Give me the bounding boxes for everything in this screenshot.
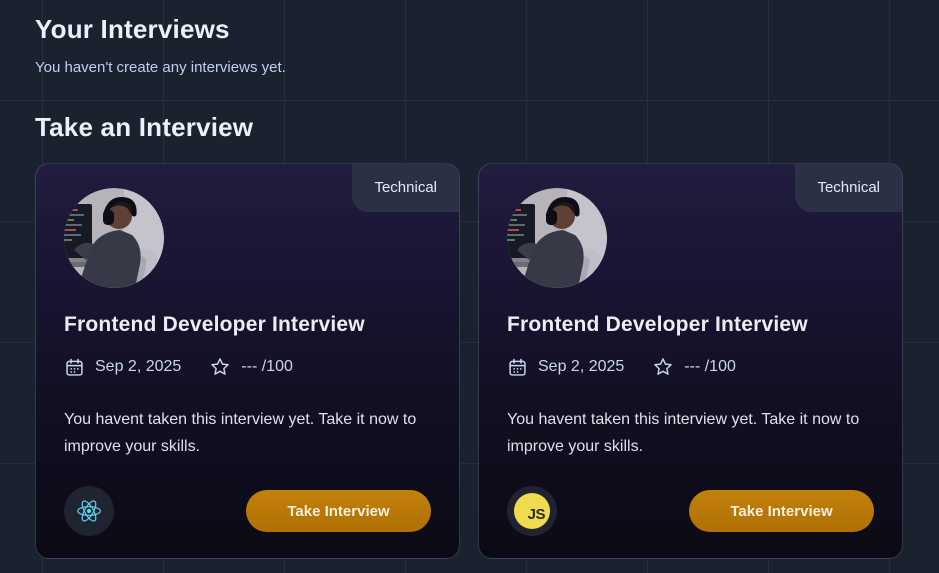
card-footer: JS Take Interview <box>507 486 874 536</box>
interview-title: Frontend Developer Interview <box>507 313 808 336</box>
javascript-icon: JS <box>507 486 557 536</box>
interviewer-avatar <box>64 188 164 288</box>
interview-score: --- /100 <box>241 358 293 375</box>
take-interview-heading: Take an Interview <box>35 112 254 142</box>
interviews-page: Your Interviews You haven't create any i… <box>0 0 939 559</box>
star-icon <box>209 356 231 378</box>
interviewer-avatar <box>507 188 607 288</box>
interview-card: Technical Frontend Developer Interview S… <box>478 163 903 559</box>
interview-title: Frontend Developer Interview <box>64 313 365 336</box>
interview-description: You havent taken this interview yet. Tak… <box>64 411 417 455</box>
your-interviews-heading: Your Interviews <box>35 14 230 44</box>
take-interview-button[interactable]: Take Interview <box>246 490 431 532</box>
interview-score: --- /100 <box>684 358 736 375</box>
interview-type-badge: Technical <box>795 164 902 212</box>
interview-card: Technical Frontend Developer Interview S… <box>35 163 460 559</box>
interview-description: You havent taken this interview yet. Tak… <box>507 411 860 455</box>
js-logo-text: JS <box>527 506 546 523</box>
interview-meta: Sep 2, 2025 --- /100 <box>507 356 874 378</box>
card-footer: Take Interview <box>64 486 431 536</box>
interview-date: Sep 2, 2025 <box>95 358 182 375</box>
take-interview-button[interactable]: Take Interview <box>689 490 874 532</box>
no-interviews-message: You haven't create any interviews yet. <box>35 59 286 76</box>
react-icon <box>64 486 114 536</box>
interview-date: Sep 2, 2025 <box>538 358 625 375</box>
calendar-icon <box>507 357 528 378</box>
interview-type-badge: Technical <box>352 164 459 212</box>
star-icon <box>652 356 674 378</box>
interview-meta: Sep 2, 2025 --- /100 <box>64 356 431 378</box>
interview-cards-row: Technical Frontend Developer Interview S… <box>35 163 903 559</box>
calendar-icon <box>64 357 85 378</box>
